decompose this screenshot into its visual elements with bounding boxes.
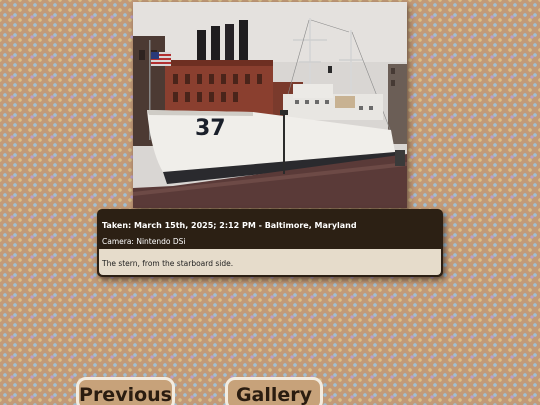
photo-caption: The stern, from the starboard side. <box>102 259 234 268</box>
photo-info-panel: Taken: March 15th, 2025; 2:12 PM - Balti… <box>97 209 443 277</box>
camera-info: Camera: Nintendo DSi <box>102 237 186 246</box>
hull-number: 37 <box>195 116 226 141</box>
photo-info-header: Taken: March 15th, 2025; 2:12 PM - Balti… <box>97 209 443 248</box>
photo-caption-box: The stern, from the starboard side. <box>99 249 441 275</box>
previous-button[interactable]: Previous <box>76 377 175 405</box>
ship-photo: 37 <box>133 2 407 208</box>
taken-datetime-location: Taken: March 15th, 2025; 2:12 PM - Balti… <box>102 221 357 230</box>
gallery-button[interactable]: Gallery <box>225 377 323 405</box>
